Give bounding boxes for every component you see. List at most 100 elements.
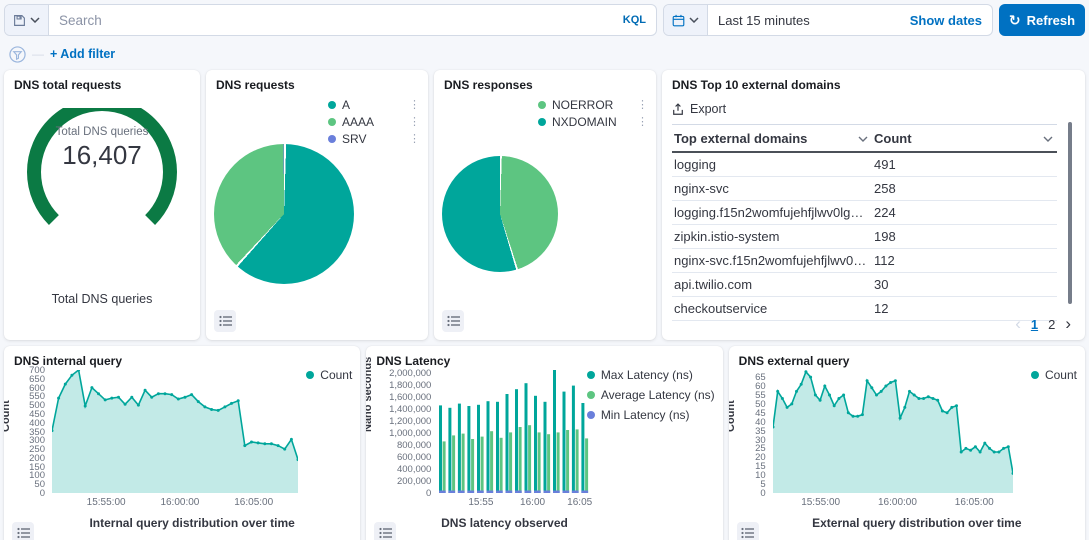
list-icon xyxy=(219,315,232,327)
pie-legend: NOERROR ⋮ NXDOMAIN ⋮ xyxy=(538,98,648,129)
add-filter-button[interactable]: + Add filter xyxy=(50,47,115,61)
domains-table: Top external domains Count logging491ngi… xyxy=(672,124,1057,321)
area-chart-svg xyxy=(52,370,298,493)
legend-dot xyxy=(328,101,336,109)
y-axis-title: Nano seconds xyxy=(366,357,374,432)
legend-more-icon[interactable]: ⋮ xyxy=(409,100,420,111)
internal-query-area-chart[interactable] xyxy=(52,370,298,493)
x-axis-tick: 15:55:00 xyxy=(801,497,840,508)
filter-bar: — + Add filter xyxy=(9,44,1085,64)
refresh-icon: ↻ xyxy=(1009,13,1021,27)
search-box: KQL xyxy=(4,4,657,36)
show-dates-button[interactable]: Show dates xyxy=(900,13,992,28)
x-axis-tick: 15:55:00 xyxy=(87,497,126,508)
refresh-button[interactable]: ↻ Refresh xyxy=(999,4,1085,36)
count-cell: 30 xyxy=(872,273,1057,297)
pie-legend: A ⋮ AAAA ⋮ SRV ⋮ xyxy=(328,98,420,146)
time-range-value[interactable]: Last 15 minutes xyxy=(708,13,900,28)
domain-cell: logging.f15n2womfujehfjlwv0lgs3nog.... xyxy=(672,201,872,225)
dns-requests-pie-chart[interactable] xyxy=(214,144,354,284)
legend-more-icon[interactable]: ⋮ xyxy=(409,117,420,128)
column-header-domains[interactable]: Top external domains xyxy=(672,125,872,153)
x-axis-tick: 16:05 xyxy=(567,497,592,508)
count-cell: 112 xyxy=(872,249,1057,273)
legend-toggle-button[interactable] xyxy=(12,522,34,540)
next-page-button[interactable]: › xyxy=(1065,314,1071,334)
table-scrollbar[interactable] xyxy=(1068,122,1072,304)
legend-more-icon[interactable]: ⋮ xyxy=(409,134,420,145)
legend-item-nxdomain[interactable]: NXDOMAIN ⋮ xyxy=(538,115,648,129)
saved-query-menu-button[interactable] xyxy=(5,5,49,35)
prev-page-button[interactable]: ‹ xyxy=(1015,314,1021,334)
x-axis-tick: 16:00:00 xyxy=(160,497,199,508)
chevron-down-icon xyxy=(30,17,40,23)
y-axis-tick: 1,000,000 xyxy=(389,428,431,439)
export-icon xyxy=(672,103,684,116)
y-axis-ticks: 65605550454035302520151050 xyxy=(739,370,766,493)
x-axis-title: DNS latency observed xyxy=(396,516,612,530)
dns-responses-pie-chart[interactable] xyxy=(442,156,558,272)
query-toolbar: KQL Last 15 minutes Show dates ↻ Refresh xyxy=(4,4,1085,36)
latency-bar-chart[interactable] xyxy=(438,370,590,493)
domains-table-body: logging491nginx-svc258logging.f15n2womfu… xyxy=(672,152,1057,321)
kql-language-button[interactable]: KQL xyxy=(613,14,656,26)
save-icon xyxy=(13,14,26,27)
list-icon xyxy=(741,527,754,539)
panel-dns-responses: DNS responses NOERROR ⋮ NXDOMAIN ⋮ xyxy=(434,70,656,340)
panel-title: DNS Latency xyxy=(376,354,712,368)
external-query-area-chart[interactable] xyxy=(773,370,1013,493)
column-header-count[interactable]: Count xyxy=(872,125,1057,153)
count-cell: 224 xyxy=(872,201,1057,225)
legend-toggle-button[interactable] xyxy=(214,310,236,332)
legend-toggle-button[interactable] xyxy=(374,522,396,540)
legend-dot xyxy=(328,118,336,126)
x-axis-tick: 16:05:00 xyxy=(955,497,994,508)
legend-dot xyxy=(538,101,546,109)
domain-cell: checkoutservice xyxy=(672,297,872,321)
legend-item-srv[interactable]: SRV ⋮ xyxy=(328,132,420,146)
y-axis-tick: 400,000 xyxy=(397,464,431,475)
panel-dns-internal-query: DNS internal query Count Count 700650600… xyxy=(4,346,360,540)
x-axis-tick: 16:00 xyxy=(520,497,545,508)
table-row: api.twilio.com30 xyxy=(672,273,1057,297)
table-row: logging491 xyxy=(672,152,1057,177)
dashboard-row-2: DNS internal query Count Count 700650600… xyxy=(4,346,1085,540)
legend-more-icon[interactable]: ⋮ xyxy=(637,100,648,111)
area-chart-svg xyxy=(773,370,1013,493)
y-axis-ticks: 7006506005505004504003503002502001501005… xyxy=(14,370,45,493)
page-1-button[interactable]: 1 xyxy=(1031,317,1038,332)
legend-dot xyxy=(538,118,546,126)
filter-circle-icon[interactable] xyxy=(9,46,26,63)
table-row: logging.f15n2womfujehfjlwv0lgs3nog....22… xyxy=(672,201,1057,225)
list-icon xyxy=(17,527,30,539)
export-button[interactable]: Export xyxy=(672,102,726,116)
table-row: zipkin.istio-system198 xyxy=(672,225,1057,249)
y-axis-tick: 600,000 xyxy=(397,452,431,463)
legend-item-a[interactable]: A ⋮ xyxy=(328,98,420,112)
x-axis-title: External query distribution over time xyxy=(759,516,1075,530)
table-row: nginx-svc.f15n2womfujehfjlwv0lgs3no...11… xyxy=(672,249,1057,273)
gauge-bottom-label: Total DNS queries xyxy=(4,292,200,306)
calendar-icon xyxy=(672,14,685,27)
panel-dns-latency: DNS Latency Max Latency (ns) Average Lat… xyxy=(366,346,722,540)
panel-title: DNS Top 10 external domains xyxy=(672,78,1075,92)
sort-chevron-icon xyxy=(858,136,868,142)
legend-item-noerror[interactable]: NOERROR ⋮ xyxy=(538,98,648,112)
panel-dns-external-query: DNS external query Count Count 656055504… xyxy=(729,346,1085,540)
chevron-down-icon xyxy=(689,17,699,23)
panel-title: DNS internal query xyxy=(14,354,350,368)
gauge-value: 16,407 xyxy=(4,140,200,171)
y-axis-tick: 0 xyxy=(760,488,765,499)
y-axis-tick: 0 xyxy=(40,488,45,499)
x-axis-ticks: 15:55:00 16:00:00 16:05:00 xyxy=(773,497,1013,510)
legend-item-aaaa[interactable]: AAAA ⋮ xyxy=(328,115,420,129)
bar-chart-svg xyxy=(438,370,590,493)
x-axis-tick: 16:00:00 xyxy=(878,497,917,508)
search-input[interactable] xyxy=(49,13,613,28)
domain-cell: nginx-svc.f15n2womfujehfjlwv0lgs3no... xyxy=(672,249,872,273)
legend-more-icon[interactable]: ⋮ xyxy=(637,117,648,128)
legend-toggle-button[interactable] xyxy=(737,522,759,540)
date-quick-menu-button[interactable] xyxy=(664,5,708,35)
page-2-button[interactable]: 2 xyxy=(1048,317,1055,332)
legend-toggle-button[interactable] xyxy=(442,310,464,332)
